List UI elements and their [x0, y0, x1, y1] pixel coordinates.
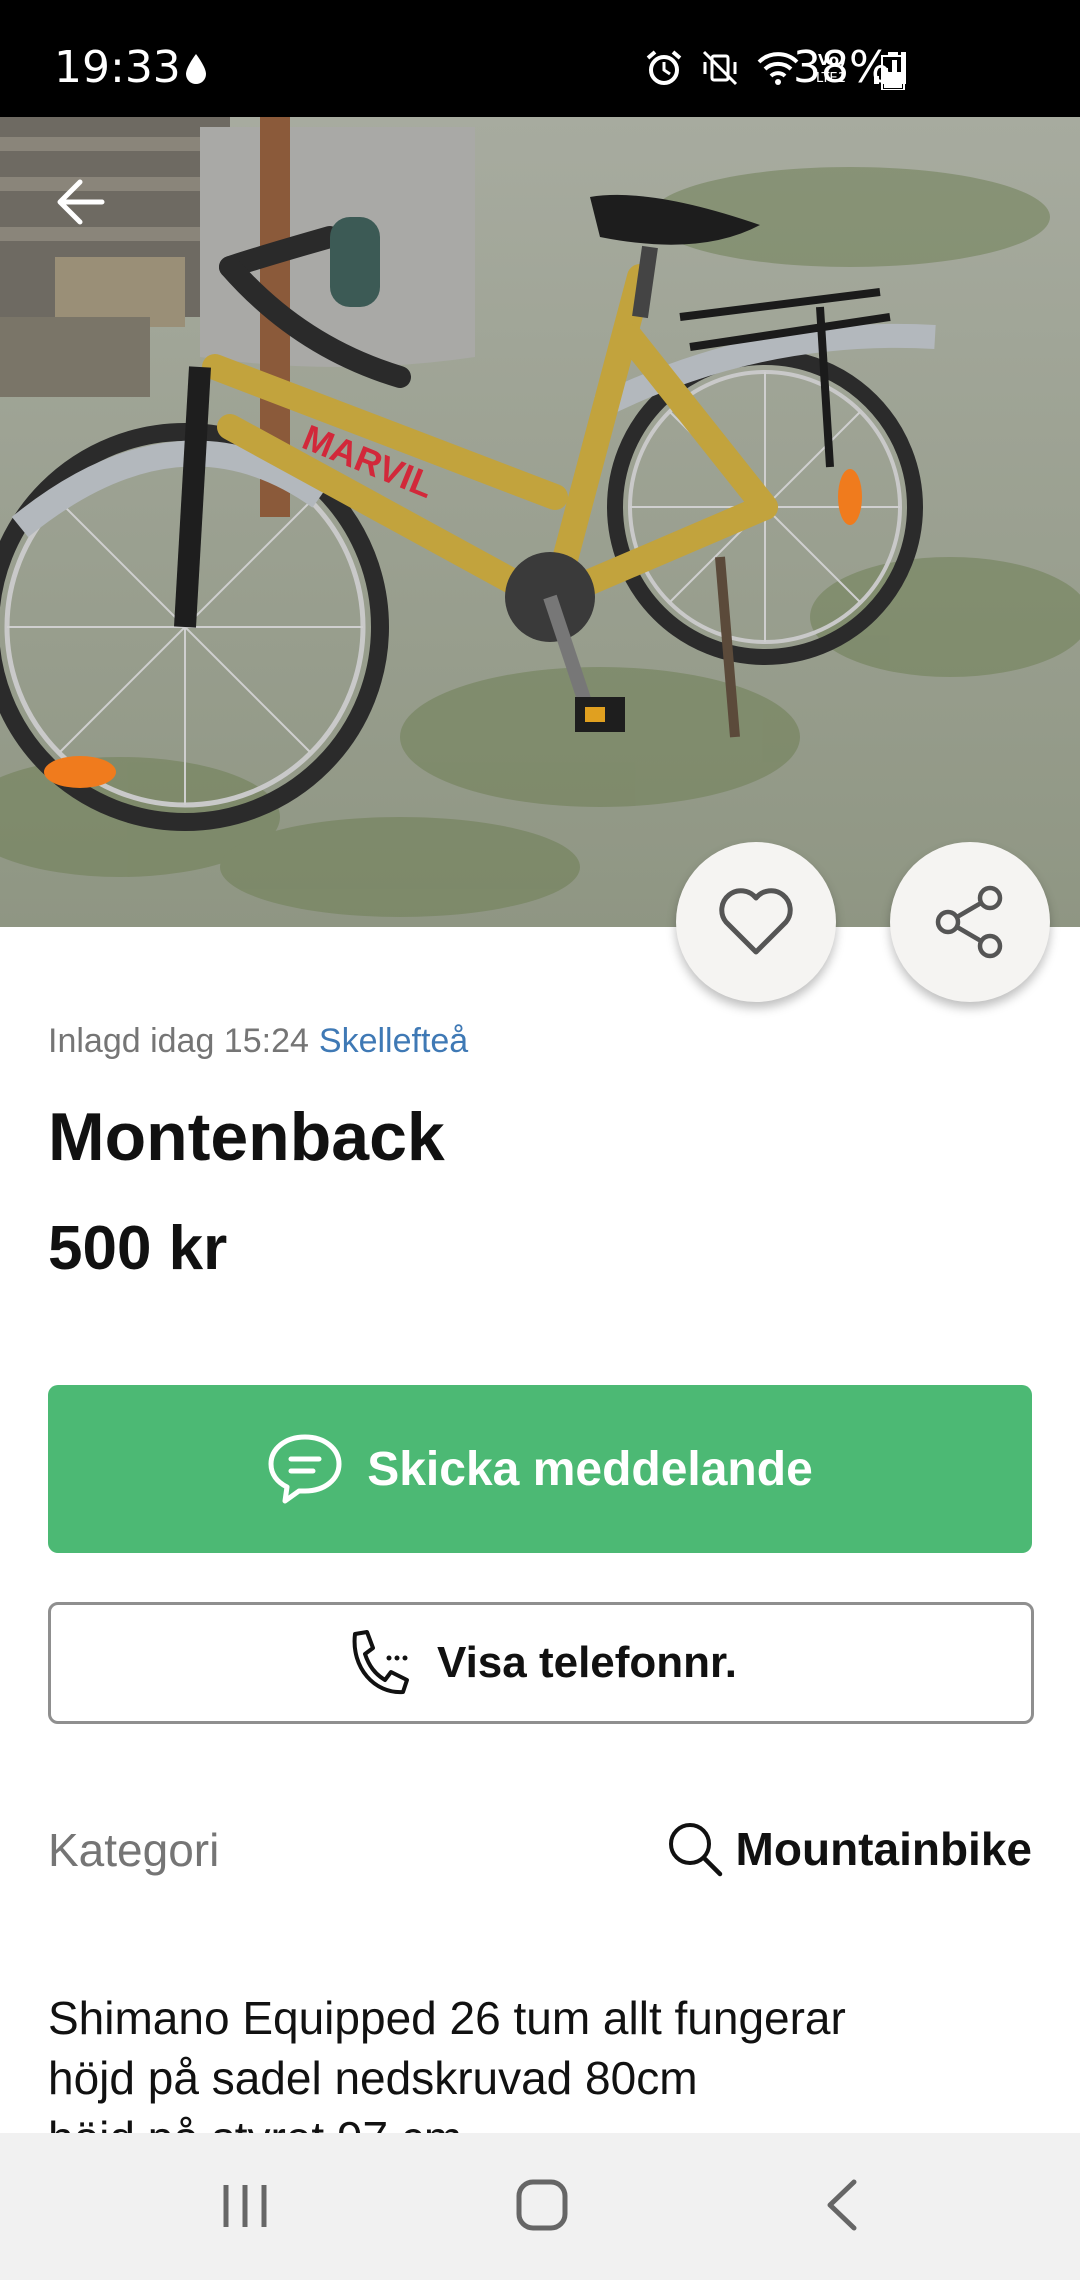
back-icon[interactable] — [822, 2178, 862, 2232]
category-label: Kategori — [48, 1824, 220, 1876]
send-message-label: Skicka meddelande — [367, 1442, 813, 1496]
chat-bubble-icon — [268, 1434, 342, 1504]
phone-icon — [352, 1630, 410, 1695]
vibrate-off-icon — [702, 50, 738, 86]
battery-icon — [881, 52, 905, 90]
posted-time: Inlagd idag 15:24 — [48, 1022, 309, 1060]
home-icon[interactable] — [515, 2178, 569, 2232]
send-message-button[interactable]: Skicka meddelande — [48, 1385, 1032, 1553]
back-arrow-icon[interactable] — [52, 172, 112, 232]
water-drop-icon — [186, 54, 206, 84]
listing-description: Shimano Equipped 26 tum allt fungerar hö… — [48, 1992, 846, 2133]
status-time: 19:33 — [54, 42, 181, 93]
category-link[interactable]: Mountainbike — [666, 1820, 1032, 1878]
listing-price: 500 kr — [48, 1214, 228, 1283]
system-nav-bar — [0, 2133, 1080, 2280]
listing-title: Montenback — [48, 1099, 445, 1175]
show-phone-button[interactable]: Visa telefonnr. — [48, 1602, 1034, 1724]
recent-apps-icon[interactable] — [220, 2183, 270, 2229]
heart-icon — [719, 888, 793, 955]
share-button[interactable] — [890, 842, 1050, 1002]
search-icon — [668, 1823, 722, 1877]
location-link[interactable]: Skellefteå — [319, 1022, 468, 1060]
show-phone-label: Visa telefonnr. — [437, 1638, 737, 1687]
listing-photo[interactable]: MARVIL — [0, 117, 1080, 927]
battery-percentage: 38% — [793, 42, 891, 93]
category-value: Mountainbike — [735, 1823, 1032, 1875]
favorite-button[interactable] — [676, 842, 836, 1002]
bicycle-photo: MARVIL — [0, 117, 1080, 927]
share-icon — [935, 885, 1003, 959]
listing-meta: Inlagd idag 15:24 Skellefteå — [48, 1022, 468, 1061]
alarm-icon — [646, 50, 682, 85]
status-bar: 19:33 Vo) LTE1 38% — [0, 0, 1080, 117]
